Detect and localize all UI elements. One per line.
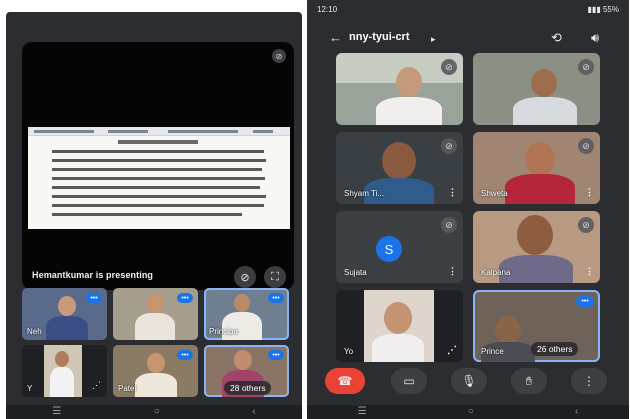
document-text-line xyxy=(52,195,266,198)
participant-tile[interactable]: ••• Neh xyxy=(22,288,107,340)
participant-tile-sujata[interactable]: S ⊘ Sujata ⋮ xyxy=(336,211,463,283)
end-call-button[interactable]: ☎ xyxy=(325,368,365,394)
participant-name: Shyam Ti... xyxy=(344,189,385,198)
participant-tile-prince[interactable]: ••• Prince 26 others xyxy=(473,290,600,362)
meeting-code[interactable]: nny-tyui-crt xyxy=(349,31,410,43)
document-text-line xyxy=(52,150,264,153)
participant-tile[interactable]: ⊘ xyxy=(473,53,600,125)
mic-off-icon: ⊘ xyxy=(441,138,457,154)
raise-hand-button[interactable]: ✋︎ xyxy=(511,368,547,394)
participant-tile[interactable]: ••• xyxy=(113,288,198,340)
speaking-indicator-icon: ••• xyxy=(177,293,193,303)
mic-off-icon: ⊘ xyxy=(441,59,457,75)
speaker-icon[interactable]: 🔊︎ xyxy=(591,30,599,46)
shared-document xyxy=(28,127,290,229)
document-heading xyxy=(118,140,198,144)
camera-switch-icon[interactable]: ⟲ xyxy=(551,30,562,46)
fullscreen-icon: ⛶ xyxy=(271,270,279,283)
participant-tile-kalpana[interactable]: ⊘ Kalpana ⋮ xyxy=(473,211,600,283)
back-icon[interactable]: ‹ xyxy=(252,407,255,417)
participant-name: Kalpana xyxy=(481,268,511,277)
participant-tile-self[interactable]: Yo ⋰ xyxy=(336,290,463,362)
presentation-view[interactable]: ⊘ Hemantkumar is presenting ⊘ ⛶ xyxy=(22,42,294,290)
speaking-indicator-icon: ••• xyxy=(268,293,284,303)
recents-icon[interactable]: ☰ xyxy=(358,407,367,417)
mic-off-icon: ⊘ xyxy=(578,217,594,233)
signal-icon: ▮▮▮ xyxy=(587,4,601,14)
document-toolbar xyxy=(28,127,290,136)
share-icon[interactable]: ⋰ xyxy=(447,345,457,356)
participant-tile[interactable]: Y ⋰ xyxy=(22,345,107,397)
document-text-line xyxy=(52,177,265,180)
mic-toggle-button[interactable]: 🎙︎ xyxy=(451,368,487,394)
speaking-indicator-icon: ••• xyxy=(86,293,102,303)
participant-name: Patel xyxy=(118,384,137,393)
participant-name: Yo xyxy=(344,347,354,356)
document-text-line xyxy=(52,168,262,171)
video-icon: ▭ xyxy=(403,374,415,388)
raise-hand-icon: ✋︎ xyxy=(525,373,533,388)
presenter-label: Hemantkumar is presenting xyxy=(32,270,154,280)
chevron-right-icon[interactable]: ▸ xyxy=(431,34,436,45)
mic-off-icon: ⊘ xyxy=(578,138,594,154)
participant-name: Principa xyxy=(209,327,238,336)
status-time: 12:10 xyxy=(317,4,338,14)
status-icons: ▮▮▮ 55% xyxy=(588,5,619,14)
back-arrow-icon[interactable]: ← xyxy=(329,30,342,45)
back-icon[interactable]: ‹ xyxy=(575,407,578,417)
participant-tile-shyam[interactable]: ⊘ Shyam Ti... ⋮ xyxy=(336,132,463,204)
document-text-line xyxy=(52,186,260,189)
mic-off-icon: ⊘ xyxy=(578,59,594,75)
participant-tile-principal[interactable]: ••• Principa xyxy=(204,288,289,340)
mic-icon: 🎙︎ xyxy=(461,374,477,388)
avatar: S xyxy=(376,236,402,262)
more-vertical-icon[interactable]: ⋮ xyxy=(448,266,457,277)
speaking-indicator-icon: ••• xyxy=(177,350,193,360)
others-count-badge[interactable]: 26 others xyxy=(531,342,579,356)
participant-name: Prince xyxy=(481,347,504,356)
participant-tile[interactable]: ••• Patel xyxy=(113,345,198,397)
more-vertical-icon[interactable]: ⋮ xyxy=(448,187,457,198)
home-icon[interactable]: ○ xyxy=(468,407,474,417)
mic-off-icon: ⊘ xyxy=(272,49,286,63)
participant-tile-shweta[interactable]: ⊘ Shweta ⋮ xyxy=(473,132,600,204)
others-count-badge[interactable]: 28 others xyxy=(224,381,272,395)
battery-level: 55% xyxy=(602,4,619,14)
more-vertical-icon[interactable]: ⋮ xyxy=(585,187,594,198)
share-icon: ⋰ xyxy=(92,380,101,390)
participant-tile[interactable]: ••• 28 others xyxy=(204,345,289,397)
participant-name: Shweta xyxy=(481,189,508,198)
participant-tile[interactable]: ⊘ xyxy=(336,53,463,125)
end-call-icon: ☎ xyxy=(337,374,353,388)
pin-off-icon: ⊘ xyxy=(240,271,250,284)
document-text-line xyxy=(52,204,264,207)
more-options-button[interactable]: ⋮ xyxy=(571,368,607,394)
speaking-indicator-icon: ••• xyxy=(268,350,284,360)
participant-name: Neh xyxy=(27,327,42,336)
participant-name: Y xyxy=(27,384,33,393)
meeting-top-bar: ← nny-tyui-crt ▸ ⟲ 🔊︎ xyxy=(307,26,629,52)
participant-name: Sujata xyxy=(344,268,367,277)
video-toggle-button[interactable]: ▭ xyxy=(391,368,427,394)
more-vertical-icon: ⋮ xyxy=(583,374,595,388)
mic-off-icon: ⊘ xyxy=(441,217,457,233)
recents-icon[interactable]: ☰ xyxy=(52,407,61,417)
home-icon[interactable]: ○ xyxy=(154,407,160,417)
fullscreen-button[interactable]: ⛶ xyxy=(264,266,286,288)
right-phone-screen: 12:10 ▮▮▮ 55% ← nny-tyui-crt ▸ ⟲ 🔊︎ ⊘ ⊘ … xyxy=(307,0,629,419)
more-vertical-icon[interactable]: ⋮ xyxy=(585,266,594,277)
left-phone-screen: ⊘ Hemantkumar is presenting ⊘ ⛶ ••• Neh … xyxy=(6,12,302,419)
call-controls: ☎ ▭ 🎙︎ ✋︎ ⋮ xyxy=(307,364,629,400)
android-nav-bar: ☰ ○ ‹ xyxy=(307,405,629,419)
android-nav-bar: ☰ ○ ‹ xyxy=(6,405,302,419)
document-text-line xyxy=(52,213,242,216)
document-text-line xyxy=(52,159,266,162)
speaking-indicator-icon: ••• xyxy=(576,296,594,307)
status-bar: 12:10 ▮▮▮ 55% xyxy=(307,0,629,18)
stop-presentation-button[interactable]: ⊘ xyxy=(234,266,256,288)
